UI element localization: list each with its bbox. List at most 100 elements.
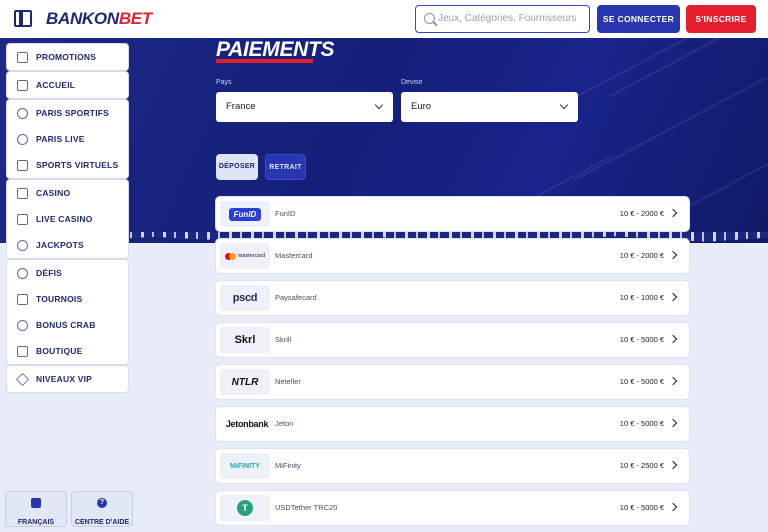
chevron-right-icon — [668, 376, 678, 386]
live-icon — [17, 133, 28, 145]
sidebar: PROMOTIONS ACCUEIL PARIS SPORTIFS PARIS LIV… — [7, 44, 128, 394]
payment-limits: 10 € - 5000 € — [619, 335, 664, 344]
brand-logo[interactable]: BANKONBET — [46, 9, 152, 29]
sidebar-item-accueil[interactable]: ACCUEIL — [7, 72, 128, 98]
tab-deposit[interactable]: DÉPOSER — [216, 154, 258, 180]
chevron-right-icon — [668, 208, 678, 218]
sidebar-item-label: LIVE CASINO — [36, 214, 93, 224]
payment-logo: NTLR — [220, 369, 270, 395]
crab-icon — [17, 319, 28, 331]
payment-method-row[interactable]: mastercard Mastercard 10 € - 2000 € — [216, 239, 689, 273]
sidebar-item-label: DÉFIS — [36, 268, 63, 278]
payment-logo: pscd — [220, 285, 270, 311]
sidebar-item-label: JACKPOTS — [36, 240, 84, 250]
signup-button[interactable]: S'INSCRIRE — [686, 5, 756, 33]
chevron-down-icon — [559, 100, 569, 110]
tab-withdraw[interactable]: RETRAIT — [265, 154, 306, 180]
mastercard-logo: mastercard — [224, 252, 265, 260]
login-button[interactable]: SE CONNECTER — [597, 5, 680, 33]
payment-method-row[interactable]: T USDTether TRC20 10 € - 5000 € — [216, 491, 689, 525]
sidebar-item-label: SPORTS VIRTUELS — [36, 160, 119, 170]
sidebar-group: CASINO LIVE CASINO JACKPOTS — [7, 180, 128, 258]
currency-select[interactable]: Euro — [401, 92, 578, 122]
chevron-right-icon — [668, 460, 678, 470]
payment-method-name: Paysafecard — [275, 293, 317, 302]
logo-text: NTLR — [231, 376, 259, 388]
chevron-right-icon — [668, 250, 678, 260]
chevron-right-icon — [668, 334, 678, 344]
sidebar-group: PROMOTIONS — [7, 44, 128, 70]
currency-label: Devise — [401, 79, 423, 86]
payment-method-row[interactable]: Jetonbank Jeton 10 € - 5000 € — [216, 407, 689, 441]
payment-logo: mastercard — [220, 243, 270, 269]
payment-limits: 10 € - 5000 € — [619, 377, 664, 386]
logo-text: Jetonbank — [225, 419, 269, 429]
language-button[interactable]: FRANÇAIS — [5, 491, 67, 527]
sidebar-item-sports-virtuels[interactable]: SPORTS VIRTUELS — [7, 152, 128, 178]
ball-icon — [17, 107, 28, 119]
sidebar-item-casino[interactable]: CASINO — [7, 180, 128, 206]
sidebar-item-label: PROMOTIONS — [36, 52, 97, 62]
payment-limits: 10 € - 5000 € — [619, 503, 664, 512]
payment-method-row[interactable]: NTLR Neteller 10 € - 5000 € — [216, 365, 689, 399]
payment-method-name: Mastercard — [275, 251, 313, 260]
sidebar-group: ACCUEIL — [7, 72, 128, 98]
payment-logo: Skrl — [220, 327, 270, 353]
payment-method-row[interactable]: pscd Paysafecard 10 € - 1000 € — [216, 281, 689, 315]
sidebar-item-paris-sportifs[interactable]: PARIS SPORTIFS — [7, 100, 128, 126]
sidebar-item-label: BOUTIQUE — [36, 346, 83, 356]
search-box[interactable] — [415, 5, 590, 33]
payment-limits: 10 € - 2000 € — [619, 209, 664, 218]
payment-logo: MiFINITY — [220, 453, 270, 479]
payment-limits: 10 € - 5000 € — [619, 419, 664, 428]
search-input[interactable] — [438, 6, 586, 31]
top-bar: BANKONBET SE CONNECTER S'INSCRIRE — [0, 0, 768, 38]
help-center-button[interactable]: ? CENTRE D'AIDE — [71, 491, 133, 527]
payment-method-row[interactable]: FunID FunID 10 € - 2000 € — [216, 197, 689, 231]
sidebar-item-label: BONUS CRAB — [36, 320, 96, 330]
payment-method-name: USDTether TRC20 — [275, 503, 338, 512]
payment-method-row[interactable]: MiFINITY MiFinity 10 € - 2500 € — [216, 449, 689, 483]
country-label: Pays — [216, 79, 232, 86]
sidebar-group: NIVEAUX VIP — [7, 366, 128, 392]
sidebar-item-tournois[interactable]: TOURNOIS — [7, 286, 128, 312]
sidebar-item-niveaux-vip[interactable]: NIVEAUX VIP — [7, 366, 128, 392]
gift-icon — [17, 51, 28, 63]
sidebar-item-label: NIVEAUX VIP — [36, 374, 93, 384]
logo-text: T — [237, 500, 253, 516]
diamond-icon — [15, 372, 30, 386]
sidebar-group: PARIS SPORTIFS PARIS LIVE SPORTS VIRTUELS — [7, 100, 128, 178]
search-icon — [424, 13, 435, 24]
chevron-right-icon — [668, 292, 678, 302]
payment-logo: FunID — [220, 201, 270, 227]
chip-icon — [17, 187, 28, 199]
sidebar-item-live-casino[interactable]: LIVE CASINO — [7, 206, 128, 232]
logo-text: pscd — [232, 292, 258, 304]
sidebar-item-defis[interactable]: DÉFIS — [7, 260, 128, 286]
help-icon: ? — [97, 498, 107, 508]
shop-icon — [17, 345, 28, 357]
payment-limits: 10 € - 2500 € — [619, 461, 664, 470]
sidebar-item-paris-live[interactable]: PARIS LIVE — [7, 126, 128, 152]
virtual-icon — [17, 159, 28, 171]
chevron-right-icon — [668, 418, 678, 428]
sidebar-item-bonus-crab[interactable]: BONUS CRAB — [7, 312, 128, 338]
dealer-icon — [17, 213, 28, 225]
payment-method-row[interactable]: Skrl Skrill 10 € - 5000 € — [216, 323, 689, 357]
sidebar-item-boutique[interactable]: BOUTIQUE — [7, 338, 128, 364]
home-icon — [17, 79, 28, 91]
chevron-down-icon — [374, 100, 384, 110]
sidebar-item-label: CASINO — [36, 188, 71, 198]
sidebar-item-label: PARIS LIVE — [36, 134, 85, 144]
payment-method-name: Jeton — [275, 419, 294, 428]
sidebar-group: DÉFIS TOURNOIS BONUS CRAB BOUTIQUE — [7, 260, 128, 364]
payment-method-name: FunID — [275, 209, 296, 218]
country-select[interactable]: France — [216, 92, 393, 122]
flag-icon — [31, 498, 41, 508]
sidebar-item-promotions[interactable]: PROMOTIONS — [7, 44, 128, 70]
sidebar-item-label: ACCUEIL — [36, 80, 76, 90]
sidebar-item-jackpots[interactable]: JACKPOTS — [7, 232, 128, 258]
logo-text: FunID — [228, 207, 262, 221]
sidebar-toggle-icon[interactable] — [14, 10, 32, 27]
payment-method-name: MiFinity — [275, 461, 301, 470]
